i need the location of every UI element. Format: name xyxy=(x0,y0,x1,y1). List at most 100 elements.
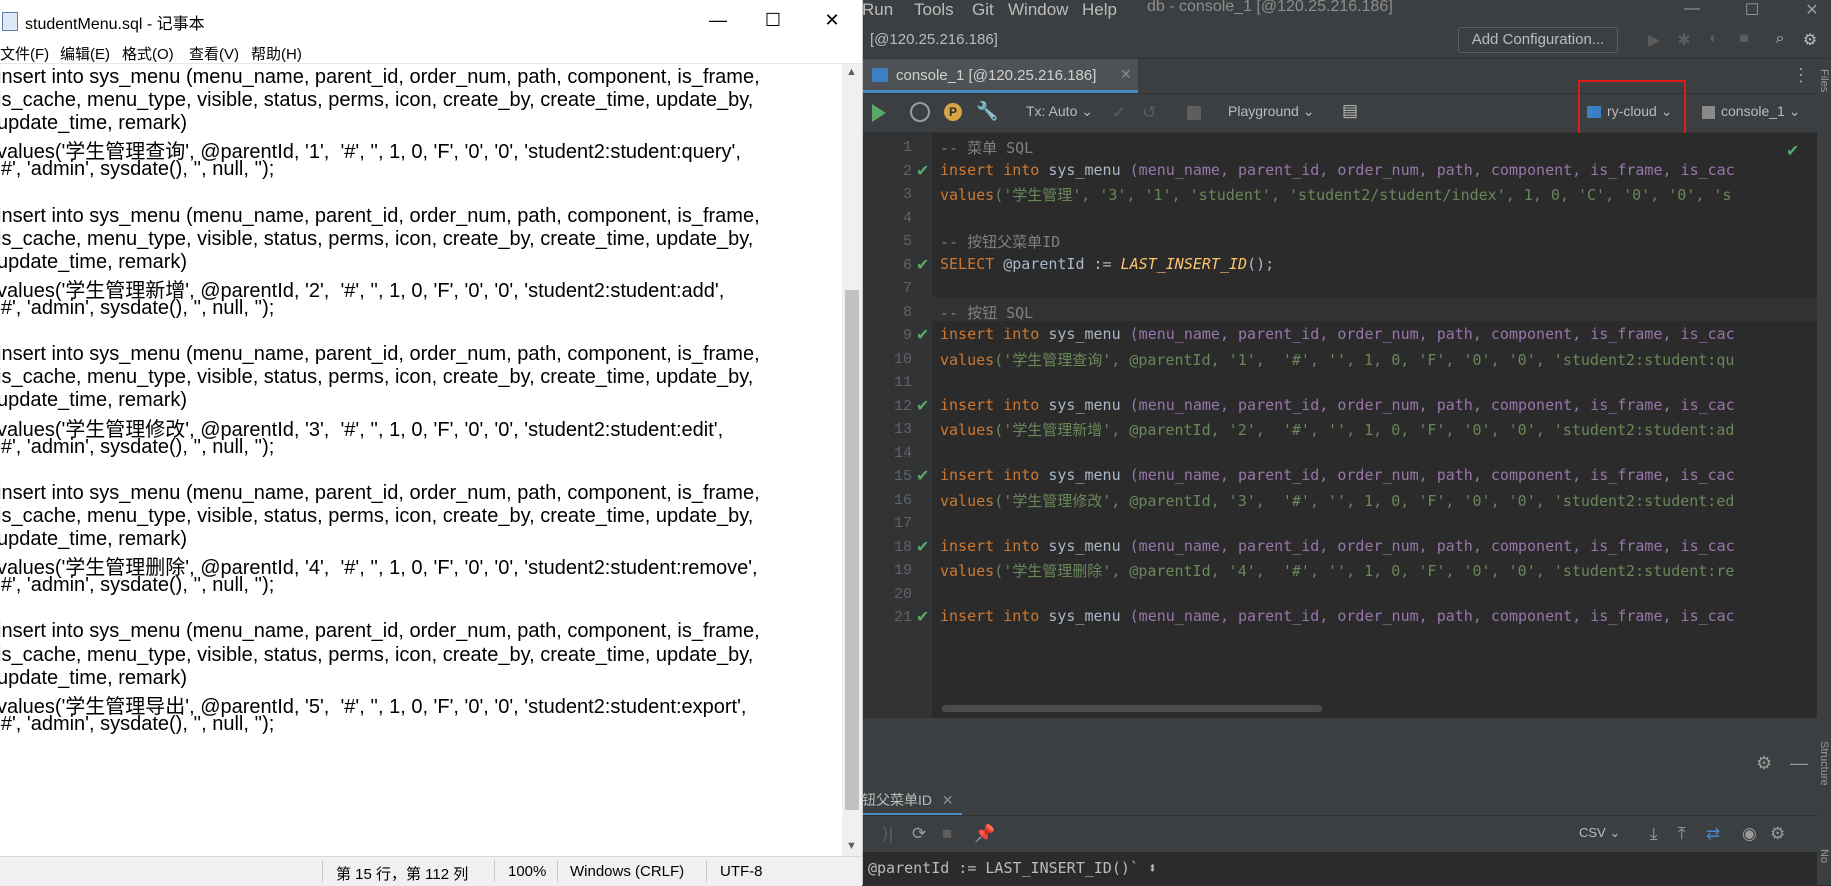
console-icon xyxy=(1702,105,1715,119)
inspection-ok-icon: ✔ xyxy=(1786,143,1800,160)
playground-dropdown[interactable]: Playground ⌄ xyxy=(1228,103,1314,123)
menu-help[interactable]: Help xyxy=(1082,0,1117,20)
console-label: console_1 xyxy=(1721,103,1785,119)
hide-panel-icon[interactable]: — xyxy=(1790,753,1808,774)
maximize-icon[interactable]: ☐ xyxy=(753,6,793,34)
wrench-icon[interactable]: 🔧 xyxy=(976,101,998,121)
menu-window[interactable]: Window xyxy=(1008,0,1068,20)
chevron-down-icon: ⌄ xyxy=(1081,103,1093,119)
text-line: update_time, remark) xyxy=(0,250,188,273)
code-line-15: insert into sys_menu (menu_name, parent_… xyxy=(940,466,1735,484)
line-number: 10 xyxy=(893,350,912,368)
files-tool-label[interactable]: Files xyxy=(1818,69,1830,92)
table-name: sys_menu xyxy=(1048,607,1121,625)
table-name: sys_menu xyxy=(1048,325,1121,343)
gear-icon[interactable]: ⚙ xyxy=(1756,753,1772,774)
menu-view[interactable]: 查看(V) xyxy=(189,43,239,64)
text-line: update_time, remark) xyxy=(0,666,188,689)
line-number: 7 xyxy=(902,280,912,297)
table-icon[interactable]: ▤ xyxy=(1342,101,1358,121)
menu-format[interactable]: 格式(O) xyxy=(122,43,174,64)
scroll-down-icon[interactable]: ▼ xyxy=(846,840,857,852)
line-number: 13 xyxy=(893,421,912,438)
statement-text[interactable]: @parentId := LAST_INSERT_ID()` ⬍ xyxy=(868,859,1157,877)
scroll-up-icon[interactable]: ▲ xyxy=(846,66,857,78)
stop-icon[interactable]: ■ xyxy=(942,824,952,844)
settings-icon[interactable]: ⚙ xyxy=(1800,30,1820,50)
text-line: insert into sys_menu (menu_name, parent_… xyxy=(0,204,760,227)
vertical-scrollbar[interactable]: ▲ ▼ xyxy=(842,64,862,856)
text-line: '#', 'admin', sysdate(), '', null, ''); xyxy=(0,574,275,597)
close-tab-icon[interactable]: ✕ xyxy=(942,792,954,808)
tab-console-1[interactable]: console_1 [@120.25.216.186] ✕ xyxy=(862,59,1138,93)
result-tabbar: 钮父菜单ID ✕ xyxy=(862,787,1817,816)
breadcrumb[interactable]: [@120.25.216.186] xyxy=(870,31,998,48)
search-icon[interactable]: ⌕ xyxy=(1770,30,1790,50)
table-name: sys_menu xyxy=(1048,466,1121,484)
minimize-icon[interactable]: — xyxy=(698,6,738,34)
execute-icon[interactable] xyxy=(872,104,886,122)
more-vertical-icon[interactable]: ⋮ xyxy=(1792,65,1810,86)
line-number: 2 xyxy=(902,162,912,180)
cancel-query-icon[interactable] xyxy=(1187,106,1201,120)
refresh-icon[interactable]: ⟳ xyxy=(912,824,926,844)
minimize-icon[interactable]: — xyxy=(1677,0,1707,20)
divider xyxy=(494,860,495,882)
text-line: is_cache, menu_type, visible, status, pe… xyxy=(0,89,754,112)
horizontal-scrollbar[interactable] xyxy=(942,705,1322,712)
rollback-icon[interactable]: ↺ xyxy=(1142,103,1156,123)
line-number: 3 xyxy=(902,186,912,203)
highlight-box xyxy=(1578,80,1686,140)
menu-edit[interactable]: 编辑(E) xyxy=(60,43,110,64)
menu-run[interactable]: Run xyxy=(862,0,893,20)
menu-tools[interactable]: Tools xyxy=(914,0,954,20)
line-ending: Windows (CRLF) xyxy=(570,863,685,880)
export-format-dropdown[interactable]: CSV ⌄ xyxy=(1579,825,1620,841)
column-list: (menu_name, parent_id, order_num, path, … xyxy=(1129,466,1735,484)
explain-plan-icon[interactable]: P xyxy=(944,103,962,121)
text-line: insert into sys_menu (menu_name, parent_… xyxy=(0,620,760,643)
tab-result[interactable]: 钮父菜单ID ✕ xyxy=(862,787,962,815)
code-line-1: -- 菜单 SQL xyxy=(940,137,1033,158)
notepad-text-area[interactable]: insert into sys_menu (menu_name, parent_… xyxy=(0,64,842,856)
debug-icon[interactable]: ✱ xyxy=(1674,30,1694,50)
maximize-icon[interactable]: ☐ xyxy=(1737,0,1767,20)
stop-icon[interactable]: ■ xyxy=(1734,30,1754,50)
scrollbar-thumb[interactable] xyxy=(845,290,859,810)
sql-editor[interactable]: ✔ 1 2 ✔ 3 4 5 6 ✔ 7 8 9 ✔ 10 11 12 ✔ 13 14 15 ✔ 16 17 18 ✔ 19 20 2… xyxy=(862,133,1817,718)
notifications-tool-label[interactable]: No xyxy=(1818,849,1830,863)
gear-icon[interactable]: ⚙ xyxy=(1770,824,1785,844)
notepad-window: studentMenu.sql - 记事本 — ☐ ✕ 文件(F) 编辑(E) … xyxy=(0,0,863,886)
compare-icon[interactable]: ⇄ xyxy=(1706,824,1720,844)
divider xyxy=(557,860,558,882)
pin-icon[interactable]: 📌 xyxy=(974,824,995,844)
menu-git[interactable]: Git xyxy=(972,0,994,20)
download-icon[interactable]: ⤓ xyxy=(1650,824,1658,844)
close-tab-icon[interactable]: ✕ xyxy=(1120,66,1132,83)
commit-icon[interactable]: ✓ xyxy=(1112,103,1126,123)
operator: := xyxy=(1093,255,1112,273)
coverage-icon[interactable]: ◐ xyxy=(1704,30,1724,50)
text-line: update_time, remark) xyxy=(0,528,188,550)
run-config-icon[interactable]: ▶ xyxy=(1644,30,1664,50)
menu-help[interactable]: 帮助(H) xyxy=(251,43,302,64)
add-configuration-button[interactable]: Add Configuration... xyxy=(1458,27,1618,53)
view-icon[interactable]: ◉ xyxy=(1742,824,1757,844)
close-icon[interactable]: ✕ xyxy=(812,6,852,34)
notepad-icon xyxy=(2,12,18,31)
line-number: 18 xyxy=(893,538,912,556)
close-icon[interactable]: ✕ xyxy=(1797,0,1827,20)
text-line: is_cache, menu_type, visible, status, pe… xyxy=(0,227,754,250)
structure-tool-label[interactable]: Structure xyxy=(1818,741,1830,786)
upload-icon[interactable]: ⤒ xyxy=(1678,824,1686,844)
history-icon[interactable] xyxy=(910,102,930,122)
next-page-icon[interactable]: ⟩| xyxy=(882,824,893,844)
code-line-2: insert into sys_menu (menu_name, parent_… xyxy=(940,161,1735,179)
variable: @parentId xyxy=(1003,255,1085,273)
menu-file[interactable]: 文件(F) xyxy=(0,43,49,64)
transaction-mode-dropdown[interactable]: Tx: Auto ⌄ xyxy=(1026,103,1093,123)
line-number: 15 xyxy=(893,468,912,485)
keyword: insert into xyxy=(940,537,1040,555)
console-dropdown[interactable]: console_1 ⌄ xyxy=(1702,103,1800,123)
text-line: update_time, remark) xyxy=(0,389,188,412)
